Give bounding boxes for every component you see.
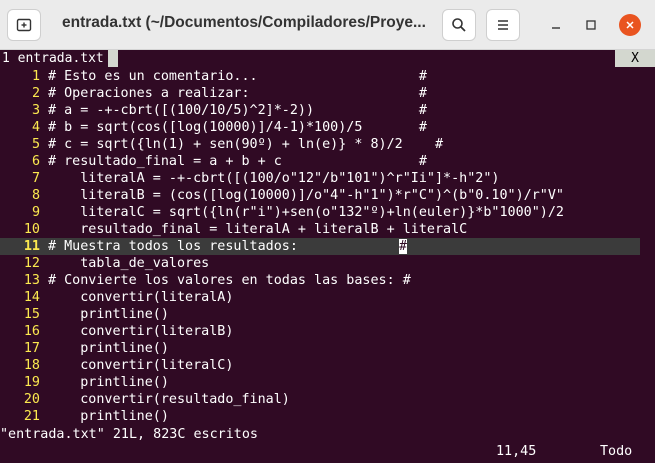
cursor-position: 11,45 — [496, 444, 537, 459]
buffer-line: 10 resultado_final = literalA + literalB… — [0, 221, 655, 238]
line-text: # Muestra todos los resultados: — [48, 239, 298, 254]
vim-tab-close[interactable]: X — [615, 50, 655, 67]
new-tab-icon — [16, 18, 32, 32]
vim-tab-active[interactable]: 1 entrada.txt — [0, 50, 108, 67]
buffer-line: 6 # resultado_final = a + b + c # — [0, 153, 655, 170]
line-number: 17 — [23, 341, 40, 356]
line-text: printline() — [48, 375, 169, 390]
editor-buffer[interactable]: 1 # Esto es un comentario... # 2 # Operaci… — [0, 68, 655, 425]
buffer-line: 8 literalB = (cos([log(10000)]/o"4"-h"1"… — [0, 187, 655, 204]
buffer-line: 9 literalC = sqrt({ln(r"i")+sen(o"132"º)… — [0, 204, 655, 221]
buffer-line: 2 # Operaciones a realizar: # — [0, 85, 655, 102]
text-cursor: # — [399, 239, 407, 254]
buffer-line: 17 printline() — [0, 340, 655, 357]
line-text: # Convierte los valores en todas las bas… — [48, 273, 411, 288]
line-number: 13 — [23, 273, 40, 288]
ruler: 11,45 Todo — [0, 443, 655, 460]
line-number: 9 — [31, 205, 40, 220]
maximize-icon — [586, 20, 596, 30]
line-text: printline() — [48, 409, 169, 424]
buffer-line: 19 printline() — [0, 374, 655, 391]
line-number: 3 — [31, 103, 40, 118]
line-text: convertir(literalC) — [48, 358, 234, 373]
line-number: 8 — [31, 188, 40, 203]
line-number: 12 — [23, 256, 40, 271]
line-text: convertir(literalA) — [48, 290, 234, 305]
line-number: 10 — [23, 222, 40, 237]
line-number: 4 — [31, 120, 40, 135]
buffer-line: 5 # c = sqrt({ln(1) + sen(90º) + ln(e)} *… — [0, 136, 655, 153]
minimize-icon — [552, 27, 560, 29]
line-text: convertir(resultado_final) — [48, 392, 290, 407]
buffer-line: 1 # Esto es un comentario... # — [0, 68, 655, 85]
window-title: entrada.txt (~/Documentos/Compiladores/P… — [62, 14, 426, 31]
search-icon — [452, 18, 466, 32]
buffer-line: 16 convertir(literalB) — [0, 323, 655, 340]
line-number: 21 — [23, 409, 40, 424]
line-text: printline() — [48, 341, 169, 356]
current-line: 11 # Muestra todos los resultados: # — [0, 238, 640, 255]
line-text: convertir(literalB) — [48, 324, 234, 339]
line-number: 5 — [31, 137, 40, 152]
buffer-line: 12 tabla_de_valores — [0, 255, 655, 272]
buffer-line: 18 convertir(literalC) — [0, 357, 655, 374]
title-bar: entrada.txt (~/Documentos/Compiladores/P… — [0, 0, 655, 50]
line-text: # Esto es un comentario... # — [48, 69, 427, 84]
line-number: 19 — [23, 375, 40, 390]
line-text: # c = sqrt({ln(1) + sen(90º) + ln(e)} * … — [48, 137, 444, 152]
buffer-line: 14 convertir(literalA) — [0, 289, 655, 306]
menu-button[interactable] — [486, 9, 520, 41]
command-line-message: "entrada.txt" 21L, 823C escritos — [0, 427, 258, 442]
terminal-area[interactable]: 1 entrada.txt X 1 # Esto es un comentario… — [0, 50, 655, 463]
line-number: 20 — [23, 392, 40, 407]
minimize-button[interactable] — [545, 14, 567, 36]
line-text: # b = sqrt(cos([log(10000)]/4-1)*100)/5 … — [48, 120, 427, 135]
close-button[interactable] — [619, 14, 641, 36]
line-text: # resultado_final = a + b + c # — [48, 154, 427, 169]
search-button[interactable] — [442, 9, 476, 41]
line-text: resultado_final = literalA + literalB + … — [48, 222, 468, 237]
line-text: literalC = sqrt({ln(r"i")+sen(o"132"º)+l… — [48, 205, 564, 220]
buffer-line: 20 convertir(resultado_final) — [0, 391, 655, 408]
buffer-line: 7 literalA = -+-cbrt([(100/o"12"/b"101")… — [0, 170, 655, 187]
line-number: 11 — [23, 239, 40, 254]
maximize-button[interactable] — [580, 14, 602, 36]
line-number: 1 — [31, 69, 40, 84]
line-number: 18 — [23, 358, 40, 373]
line-number: 7 — [31, 171, 40, 186]
scroll-indicator: Todo — [600, 444, 633, 459]
line-number: 15 — [23, 307, 40, 322]
line-number: 2 — [31, 86, 40, 101]
line-text: # a = -+-cbrt([(100/10/5)^2]*-2)) # — [48, 103, 427, 118]
buffer-line: 15 printline() — [0, 306, 655, 323]
hamburger-menu-icon — [498, 20, 508, 30]
vim-tabline: 1 entrada.txt X — [0, 50, 655, 67]
line-text: printline() — [48, 307, 169, 322]
line-text: literalB = (cos([log(10000)]/o"4"-h"1")*… — [48, 188, 564, 203]
line-number: 6 — [31, 154, 40, 169]
buffer-line: 3 # a = -+-cbrt([(100/10/5)^2]*-2)) # — [0, 102, 655, 119]
line-text: tabla_de_valores — [48, 256, 210, 271]
buffer-line: 13 # Convierte los valores en todas las b… — [0, 272, 655, 289]
line-text: # Operaciones a realizar: # — [48, 86, 427, 101]
line-text: literalA = -+-cbrt([(100/o"12"/b"101")^r… — [48, 171, 500, 186]
line-number: 14 — [23, 290, 40, 305]
buffer-line: 4 # b = sqrt(cos([log(10000)]/4-1)*100)/5… — [0, 119, 655, 136]
line-number: 16 — [23, 324, 40, 339]
new-tab-button[interactable] — [7, 9, 41, 41]
vim-tabline-fill — [118, 50, 615, 67]
buffer-line: 21 printline() — [0, 408, 655, 425]
close-icon — [626, 21, 634, 29]
